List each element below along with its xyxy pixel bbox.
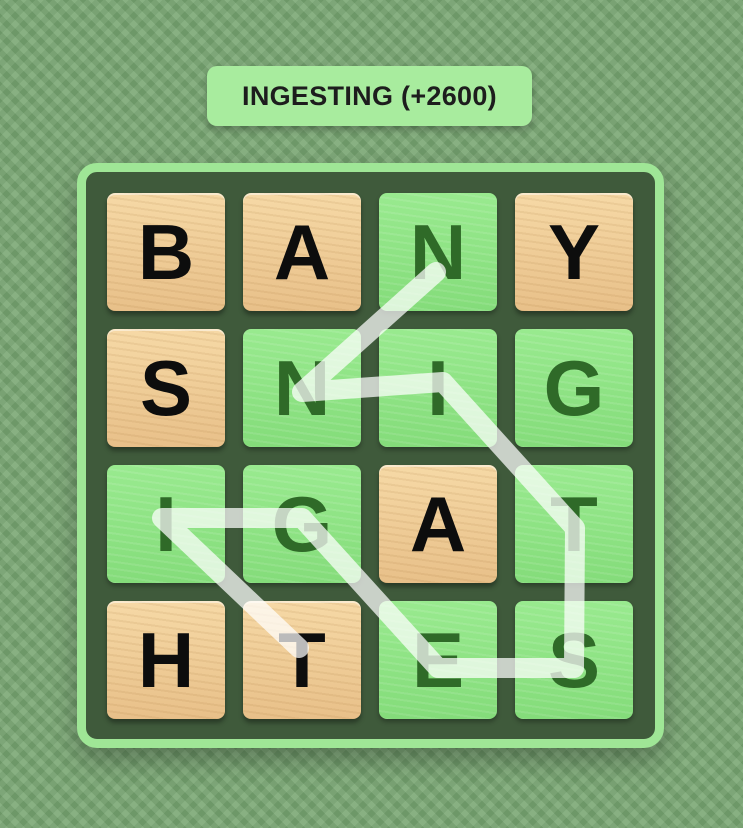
- tile-r3-c1[interactable]: I: [107, 465, 225, 583]
- tile-r1-c2[interactable]: A: [243, 193, 361, 311]
- tile-r2-c2[interactable]: N: [243, 329, 361, 447]
- tile-r3-c3[interactable]: A: [379, 465, 497, 583]
- tile-r1-c1[interactable]: B: [107, 193, 225, 311]
- tile-r4-c4[interactable]: S: [515, 601, 633, 719]
- tile-r4-c2[interactable]: T: [243, 601, 361, 719]
- tile-r2-c1[interactable]: S: [107, 329, 225, 447]
- tile-r1-c4[interactable]: Y: [515, 193, 633, 311]
- tile-r1-c3[interactable]: N: [379, 193, 497, 311]
- tile-r3-c4[interactable]: T: [515, 465, 633, 583]
- tile-r2-c4[interactable]: G: [515, 329, 633, 447]
- found-word-banner: INGESTING (+2600): [207, 66, 532, 126]
- tile-r4-c3[interactable]: E: [379, 601, 497, 719]
- tile-r2-c3[interactable]: I: [379, 329, 497, 447]
- tile-r3-c2[interactable]: G: [243, 465, 361, 583]
- tile-r4-c1[interactable]: H: [107, 601, 225, 719]
